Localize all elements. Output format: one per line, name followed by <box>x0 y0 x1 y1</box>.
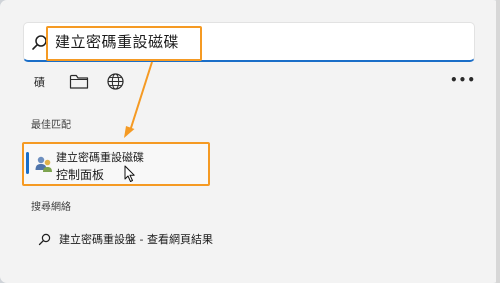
result-highlight-box <box>22 142 210 186</box>
search-icon <box>38 233 51 246</box>
filter-tab-label[interactable]: 磧 <box>34 74 45 90</box>
mouse-cursor-icon <box>124 165 135 182</box>
globe-icon[interactable] <box>106 72 125 91</box>
folder-icon[interactable] <box>69 73 89 90</box>
panel-edge-strip <box>496 0 500 283</box>
more-icon[interactable]: ••• <box>450 74 476 86</box>
web-search-heading: 搜尋網絡 <box>31 202 71 213</box>
best-match-heading: 最佳匹配 <box>31 120 71 131</box>
query-highlight-box <box>46 26 202 61</box>
web-search-suggestion[interactable]: 建立密碼重設盤 - 查看網頁結果 <box>59 231 213 247</box>
